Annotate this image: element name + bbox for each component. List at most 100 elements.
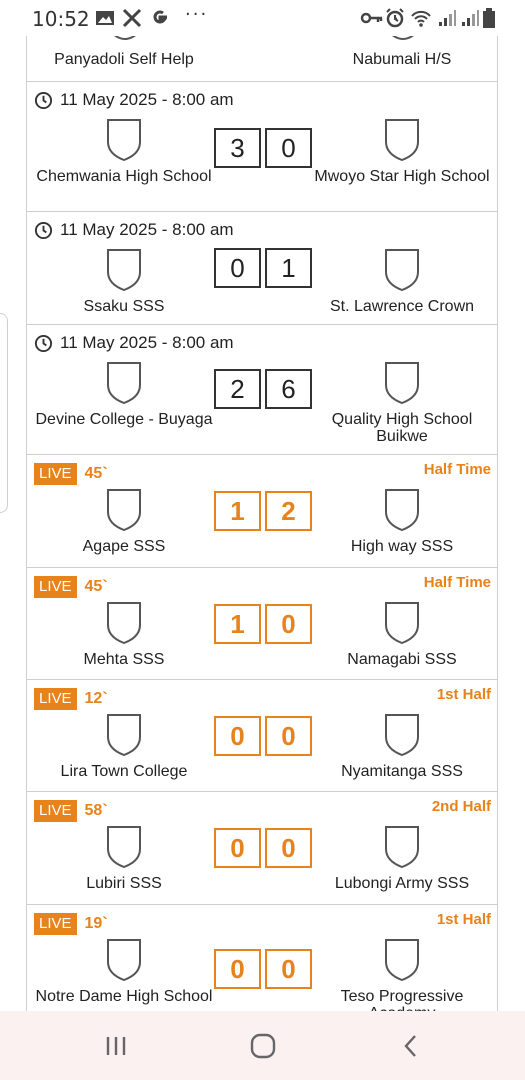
match-status: Half Time	[423, 574, 491, 591]
home-score: 0	[214, 949, 261, 989]
live-badge: LIVE	[34, 463, 77, 485]
fixtures-list[interactable]: Panyadoli Self Help Nabumali H/S 11 May …	[26, 36, 498, 1011]
home-score: 0	[214, 828, 261, 868]
shield-icon	[385, 249, 419, 292]
away-team-name: Quality High School Buikwe	[331, 411, 473, 445]
alarm-icon	[386, 8, 404, 28]
match-minute: 45`	[84, 465, 108, 482]
home-button[interactable]	[246, 1031, 280, 1061]
home-score: 1	[214, 604, 261, 644]
home-team-name: Mehta SSS	[83, 651, 165, 668]
match-time: 11 May 2025 - 8:00 am	[60, 90, 234, 109]
away-team-name: St. Lawrence Crown	[329, 298, 475, 315]
match-minute: 45`	[84, 578, 108, 595]
home-team-name: Agape SSS	[82, 538, 166, 555]
match-card[interactable]: 11 May 2025 - 8:00 am Chemwania High Sch…	[27, 82, 497, 212]
home-icon	[250, 1033, 276, 1059]
home-team-name: Notre Dame High School	[35, 988, 213, 1005]
away-score: 0	[265, 604, 312, 644]
live-badge: LIVE	[34, 576, 77, 598]
match-status: 2nd Half	[431, 798, 491, 815]
match-status: 1st Half	[436, 911, 491, 928]
live-match-card[interactable]: LIVE 19` 1st Half Notre Dame High School…	[27, 905, 497, 1011]
away-team-name: Mwoyo Star High School	[314, 168, 490, 185]
live-match-card[interactable]: LIVE 12` 1st Half Lira Town College 0 0 …	[27, 680, 497, 792]
signal-icon	[462, 10, 479, 26]
live-match-card[interactable]: LIVE 45` Half Time Mehta SSS 1 0 Namagab…	[27, 568, 497, 680]
status-bar: 10:52 ···	[0, 0, 525, 36]
away-team-name: Nabumali H/S	[352, 51, 452, 68]
match-status: 1st Half	[436, 686, 491, 703]
battery-icon	[483, 8, 495, 28]
gallery-icon	[96, 11, 114, 25]
live-match-card[interactable]: LIVE 45` Half Time Agape SSS 1 2 High wa…	[27, 455, 497, 568]
home-team-name: Ssaku SSS	[83, 298, 165, 315]
match-time: 11 May 2025 - 8:00 am	[60, 333, 234, 352]
shield-icon	[114, 36, 136, 40]
live-badge: LIVE	[34, 688, 77, 710]
home-team-name: Chemwania High School	[36, 168, 212, 185]
away-team-name: Nyamitanga SSS	[341, 763, 463, 780]
shield-icon	[107, 249, 141, 292]
away-score: 0	[265, 128, 312, 168]
shield-icon	[107, 939, 141, 982]
match-minute: 12`	[84, 690, 108, 707]
away-score: 6	[265, 369, 312, 409]
match-card[interactable]: Panyadoli Self Help Nabumali H/S	[27, 36, 497, 82]
home-score: 2	[214, 369, 261, 409]
shield-icon	[385, 489, 419, 532]
signal-icon	[439, 10, 456, 26]
away-team-name: Lubongi Army SSS	[334, 875, 470, 892]
shield-icon	[385, 602, 419, 645]
shield-icon	[392, 36, 414, 40]
home-team-name: Panyadoli Self Help	[54, 51, 194, 68]
away-score: 0	[265, 716, 312, 756]
edge-panel-handle[interactable]	[0, 313, 8, 513]
away-score: 0	[265, 828, 312, 868]
home-score: 1	[214, 491, 261, 531]
away-score: 0	[265, 949, 312, 989]
wifi-icon	[411, 10, 431, 27]
match-minute: 19`	[84, 915, 108, 932]
shield-icon	[107, 362, 141, 405]
shield-icon	[385, 119, 419, 162]
shield-icon	[385, 939, 419, 982]
match-time: 11 May 2025 - 8:00 am	[60, 220, 234, 239]
match-status: Half Time	[423, 461, 491, 478]
home-score: 0	[214, 248, 261, 288]
shield-icon	[107, 602, 141, 645]
home-team-name: Devine College - Buyaga	[35, 411, 213, 428]
match-card[interactable]: 11 May 2025 - 8:00 am Ssaku SSS 0 1 St. …	[27, 212, 497, 325]
recent-apps-button[interactable]	[100, 1031, 132, 1061]
overflow-dots: ···	[185, 4, 209, 25]
away-score: 2	[265, 491, 312, 531]
shield-icon	[107, 714, 141, 757]
x-icon	[122, 8, 142, 28]
shield-icon	[385, 714, 419, 757]
shield-icon	[385, 362, 419, 405]
match-minute: 58`	[84, 802, 108, 819]
away-team-name: Namagabi SSS	[347, 651, 457, 668]
clock-icon	[34, 221, 53, 239]
back-icon	[404, 1035, 416, 1057]
shield-icon	[385, 826, 419, 869]
google-icon	[153, 10, 168, 24]
clock-time: 10:52	[32, 7, 90, 31]
home-score: 3	[214, 128, 261, 168]
home-team-name: Lira Town College	[60, 763, 188, 780]
away-score: 1	[265, 248, 312, 288]
match-card[interactable]: 11 May 2025 - 8:00 am Devine College - B…	[27, 325, 497, 455]
away-team-name: High way SSS	[350, 538, 454, 555]
away-team-name: Teso Progressive Academy	[340, 988, 464, 1011]
back-button[interactable]	[395, 1031, 425, 1061]
key-icon	[360, 12, 383, 24]
shield-icon	[107, 826, 141, 869]
shield-icon	[107, 489, 141, 532]
clock-icon	[34, 91, 53, 109]
live-badge: LIVE	[34, 913, 77, 935]
live-match-card[interactable]: LIVE 58` 2nd Half Lubiri SSS 0 0 Lubongi…	[27, 792, 497, 905]
clock-icon	[34, 334, 53, 352]
live-badge: LIVE	[34, 800, 77, 822]
shield-icon	[107, 119, 141, 162]
navigation-bar	[0, 1011, 525, 1080]
